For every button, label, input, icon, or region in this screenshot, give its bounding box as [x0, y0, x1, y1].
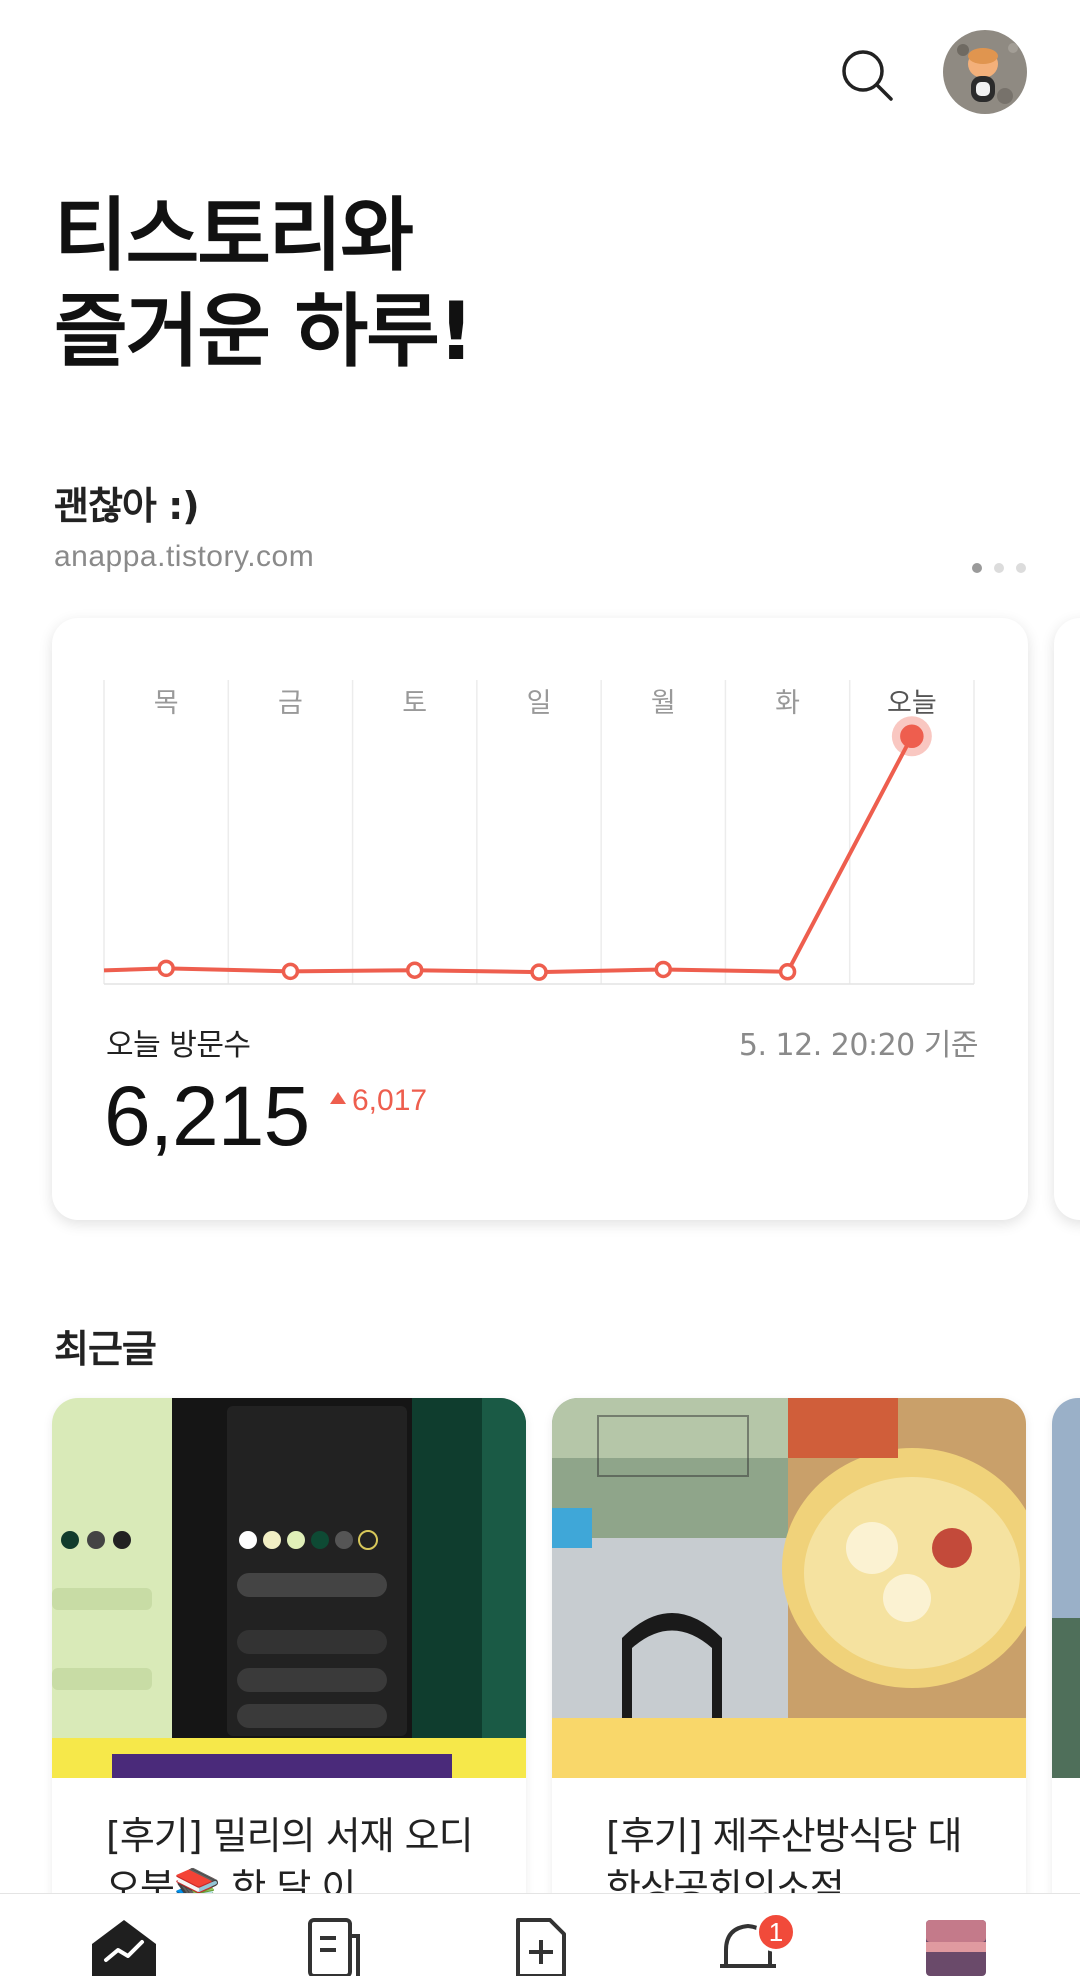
avatar-image — [943, 30, 1027, 114]
chart-point — [405, 961, 424, 979]
blog-name[interactable]: 괜찮아 :) — [54, 475, 200, 530]
chart-tick-label: 목 — [154, 688, 179, 719]
up-triangle-icon — [330, 1092, 346, 1104]
today-visits-count: 6,215 — [104, 1069, 310, 1163]
chart-tick-label: 월 — [651, 688, 676, 719]
today-visits-label: 오늘 방문수 — [106, 1028, 251, 1063]
chart-tick-label: 오늘 — [887, 688, 937, 719]
visits-delta-value: 6,017 — [352, 1084, 428, 1117]
home-stats-icon — [92, 1920, 156, 1976]
recent-posts-title: 최근글 — [54, 1327, 157, 1371]
stats-updated-time: 5. 12. 20:20 기준 — [738, 1028, 979, 1063]
card-pager — [972, 563, 1026, 573]
document-list-icon — [308, 1918, 360, 1976]
chart-point — [654, 960, 673, 979]
nav-posts[interactable] — [292, 1916, 372, 1988]
post-thumbnail — [1052, 1398, 1080, 1778]
post-card[interactable] — [1052, 1398, 1080, 1918]
greeting-heading: 티스토리와 즐거운 하루! — [54, 188, 474, 380]
notification-badge: 1 — [756, 1912, 796, 1952]
visits-line-chart: 목 금 토 일 월 화 오늘 — [103, 680, 975, 985]
chart-point — [530, 963, 548, 981]
post-card[interactable]: [후기] 밀리의 서재 오디오북📚 한 달 이… — [52, 1398, 526, 1918]
post-thumbnail — [52, 1398, 526, 1778]
profile-avatar[interactable] — [943, 30, 1027, 114]
blog-url[interactable]: anappa.tistory.com — [54, 540, 314, 574]
chart-point — [778, 963, 797, 981]
search-icon — [842, 50, 893, 101]
chart-point — [281, 962, 300, 981]
nav-notifications[interactable]: 1 — [708, 1912, 796, 1988]
bottom-navigation: 1 — [0, 1893, 1080, 1988]
chart-point — [157, 959, 175, 978]
top-bar — [0, 0, 1080, 150]
chart-tick-label: 화 — [775, 688, 800, 719]
next-stats-card[interactable] — [1054, 618, 1080, 1220]
pager-dot — [994, 563, 1004, 573]
chart-tick-label: 토 — [402, 688, 427, 719]
nav-write[interactable] — [500, 1916, 580, 1988]
chart-tick-label: 일 — [527, 688, 552, 719]
nav-home[interactable] — [84, 1916, 164, 1988]
pager-dot — [972, 563, 982, 573]
post-card[interactable]: [후기] 제주산방식당 대한상공회의소점 … — [552, 1398, 1026, 1918]
chart-series-lead — [103, 966, 167, 973]
visitor-stats-card[interactable]: 목 금 토 일 월 화 오늘 오늘 방문수 5. 12. 20:20 기준 6,215 6,… — [52, 618, 1028, 1220]
pager-dot — [1016, 563, 1026, 573]
post-thumbnail — [552, 1398, 1026, 1778]
search-button[interactable] — [832, 40, 902, 110]
greeting-line-1: 티스토리와 — [54, 189, 414, 282]
greeting-line-2: 즐거운 하루! — [54, 285, 474, 378]
new-post-icon — [516, 1918, 566, 1976]
visits-delta: 6,017 — [330, 1084, 427, 1118]
chart-point — [900, 724, 924, 749]
nav-blog[interactable] — [916, 1916, 996, 1988]
chart-series-line — [166, 735, 914, 975]
chart-tick-label: 금 — [278, 688, 303, 719]
blog-thumbnail — [926, 1920, 986, 1976]
